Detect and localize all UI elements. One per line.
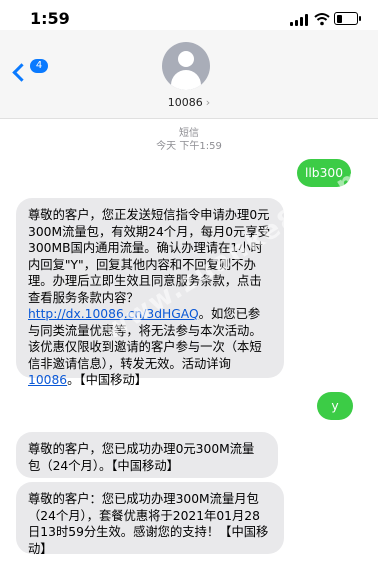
message-bubble-incoming[interactable]: 尊敬的客户，您已成功办理0元300M流量包（24个月）。【中国移动】 xyxy=(16,432,278,478)
message-bubble-incoming[interactable]: 尊敬的客户：您已成功办理300M流量月包（24个月），套餐优惠将于2021年01… xyxy=(16,482,284,556)
phone-link[interactable]: 10086 xyxy=(28,373,67,387)
chevron-right-icon: › xyxy=(205,96,211,109)
terms-link[interactable]: http://dx.10086.cn/3dHGAQ xyxy=(28,307,199,321)
conversation-header: 4 10086 › xyxy=(0,30,378,119)
message-bubble-outgoing[interactable]: llb300 xyxy=(297,159,351,187)
battery-icon xyxy=(334,12,361,25)
status-time: 1:59 xyxy=(30,9,70,28)
unread-badge: 4 xyxy=(30,59,48,73)
message-bubble-incoming[interactable]: 尊敬的客户，您正发送短信指令申请办理0元300M流量包，有效期24个月，每月0元… xyxy=(16,198,284,387)
message-text: 尊敬的客户，您正发送短信指令申请办理0元300M流量包，有效期24个月，每月0元… xyxy=(28,208,271,305)
cellular-signal-icon xyxy=(290,14,310,26)
contact-name: 10086 xyxy=(167,96,203,109)
wifi-icon xyxy=(314,13,330,26)
message-bubble-outgoing[interactable]: y xyxy=(317,392,353,420)
chevron-left-icon xyxy=(12,63,31,82)
back-button[interactable]: 4 xyxy=(12,58,48,88)
message-timestamp: 今天 下午1:59 xyxy=(156,141,222,152)
contact-name-button[interactable]: 10086 › xyxy=(0,96,378,109)
battery-level xyxy=(336,14,343,23)
message-text: 。【中国移动】 xyxy=(67,373,148,387)
person-icon xyxy=(178,51,194,67)
contact-avatar[interactable] xyxy=(162,42,210,90)
